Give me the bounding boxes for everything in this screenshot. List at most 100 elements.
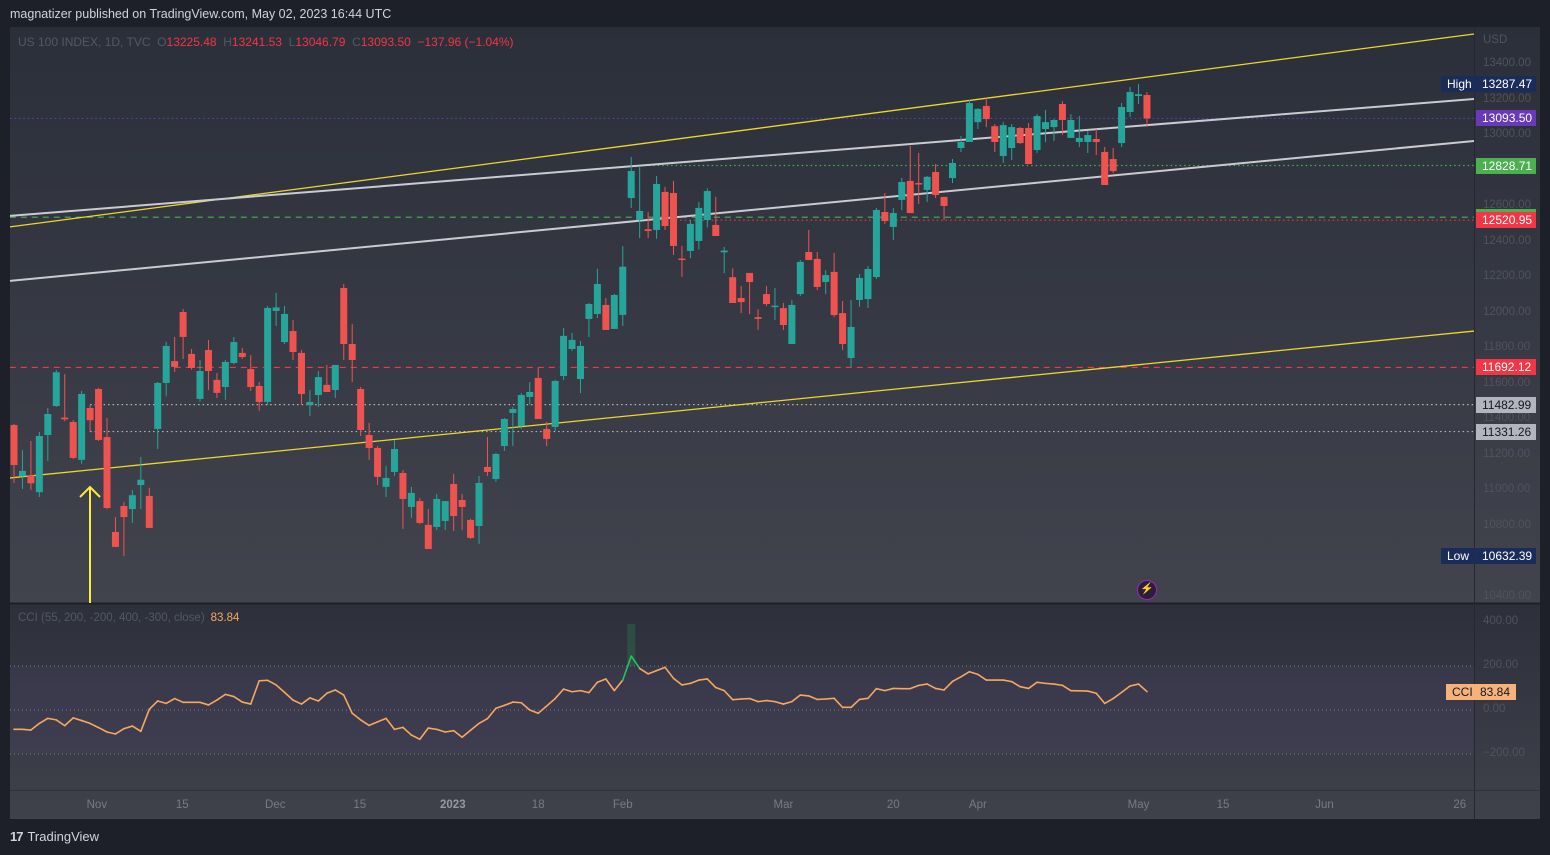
price-tick: 12200.00 xyxy=(1483,270,1531,283)
change-value: −137.96 (−1.04%) xyxy=(417,35,514,49)
candle-down xyxy=(95,388,103,440)
candle-down xyxy=(399,472,407,499)
candle-down xyxy=(171,361,179,367)
candle-up xyxy=(593,283,601,314)
candle-up xyxy=(864,269,872,300)
candle-down xyxy=(458,500,466,507)
candle-down xyxy=(255,385,263,402)
candle-up xyxy=(221,361,229,388)
candle-down xyxy=(69,422,77,458)
candle-up xyxy=(974,108,982,123)
candle-down xyxy=(762,294,770,305)
candle-down xyxy=(145,495,153,528)
price-tick: 10800.00 xyxy=(1483,518,1531,531)
candle-down xyxy=(940,196,948,206)
candle-up xyxy=(272,307,280,311)
time-tick: Jun xyxy=(1315,799,1334,811)
candle-down xyxy=(374,447,382,477)
low-marker-label: Low xyxy=(1441,547,1477,564)
time-tick: Mar xyxy=(773,799,794,811)
candle-down xyxy=(678,258,686,261)
price-tick: 11800.00 xyxy=(1483,341,1531,354)
candle-down xyxy=(881,211,889,222)
candle-up xyxy=(230,342,238,364)
candle-up xyxy=(703,191,711,220)
candle-down xyxy=(103,437,111,508)
candle-down xyxy=(424,524,432,550)
price-tick: 12400.00 xyxy=(1483,234,1531,247)
candle-up xyxy=(1126,92,1134,112)
candle-up xyxy=(1084,135,1092,142)
candle-down xyxy=(746,272,754,283)
candle-up xyxy=(720,250,728,253)
candle-down xyxy=(238,352,246,357)
candle-up xyxy=(128,495,136,510)
footer: 17 TradingView xyxy=(10,829,99,844)
footer-brand: TradingView xyxy=(27,829,100,844)
price-tick: 12000.00 xyxy=(1483,305,1531,318)
candle-up xyxy=(306,401,314,406)
candle-down xyxy=(213,379,221,393)
candle-up xyxy=(1042,122,1050,130)
candle-down xyxy=(323,384,331,392)
level-11482-badge: 11482.99 xyxy=(1476,396,1536,413)
candle-up xyxy=(898,181,906,200)
candle-down xyxy=(644,229,652,232)
candle-up xyxy=(1135,94,1143,96)
candle-up xyxy=(999,125,1007,157)
candle-down xyxy=(805,251,813,260)
candle-up xyxy=(433,498,441,528)
candle-up xyxy=(407,492,415,507)
cci-overbought-highlight xyxy=(627,624,636,666)
symbol-name[interactable]: US 100 INDEX, 1D, TVC xyxy=(18,35,151,49)
time-tick: 15 xyxy=(353,799,367,811)
cci-segment xyxy=(512,701,523,704)
cci-badge-value: 83.84 xyxy=(1474,683,1517,700)
cci-tick: 400.00 xyxy=(1483,615,1519,627)
candle-up xyxy=(771,305,779,308)
cci-label[interactable]: CCI (55, 200, -200, 400, -300, close) xyxy=(18,612,205,624)
symbol-legend: US 100 INDEX, 1D, TVC O13225.48 H13241.5… xyxy=(18,35,514,49)
candle-up xyxy=(314,377,322,395)
time-tick: Nov xyxy=(86,799,108,811)
candle-down xyxy=(27,475,35,484)
candle-down xyxy=(416,501,424,523)
candle-up xyxy=(551,380,559,427)
candle-down xyxy=(754,317,762,319)
candle-up xyxy=(889,213,897,227)
time-tick: 15 xyxy=(175,799,189,811)
candle-up xyxy=(264,307,272,402)
candle-up xyxy=(137,479,145,486)
candle-down xyxy=(61,417,69,420)
tradingview-logo-icon: 17 xyxy=(10,829,24,844)
candle-up xyxy=(872,210,880,278)
candle-up xyxy=(822,275,830,283)
candle-down xyxy=(906,180,914,214)
candle-up xyxy=(526,391,534,397)
candle-down xyxy=(543,428,551,439)
candle-down xyxy=(1109,159,1117,172)
cci-segment xyxy=(799,694,810,697)
chart-canvas[interactable] xyxy=(0,0,1550,855)
candle-down xyxy=(991,126,999,142)
cci-segment xyxy=(21,728,32,731)
time-tick: 2023 xyxy=(440,799,466,811)
candle-down xyxy=(602,304,610,330)
candle-up xyxy=(154,382,162,429)
candle-down xyxy=(1101,151,1109,185)
candle-down xyxy=(297,352,305,394)
candle-down xyxy=(204,350,212,372)
close-label: C xyxy=(352,35,361,49)
candle-up xyxy=(796,261,804,295)
lightning-icon[interactable]: ⚡ xyxy=(1137,580,1157,600)
candle-up xyxy=(78,393,86,460)
high-marker-value: 13287.47 xyxy=(1476,75,1536,92)
time-tick: 18 xyxy=(531,799,545,811)
high-marker-label: High xyxy=(1441,75,1479,92)
candle-up xyxy=(1050,119,1058,128)
candle-down xyxy=(483,466,491,472)
candle-down xyxy=(365,434,373,448)
time-tick: 26 xyxy=(1453,799,1467,811)
candle-up xyxy=(1118,106,1126,144)
level-11692-badge: 11692.12 xyxy=(1476,359,1536,376)
